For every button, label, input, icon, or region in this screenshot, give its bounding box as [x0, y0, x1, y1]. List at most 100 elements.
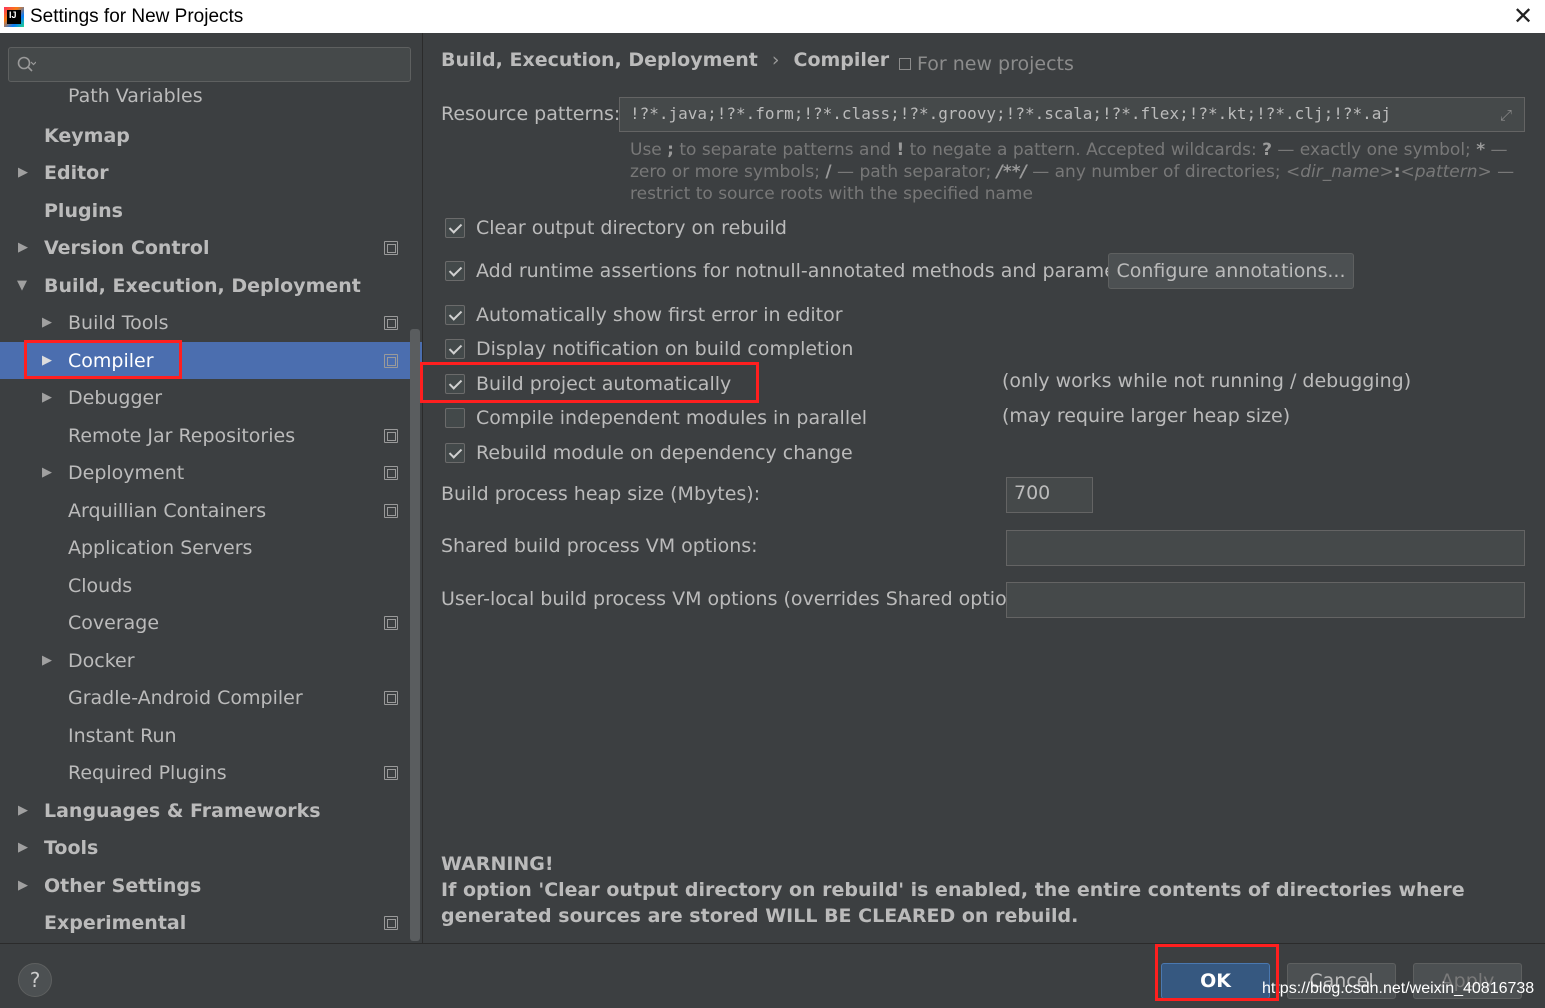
sidebar-item-version-control[interactable]: ▶ Version Control [0, 229, 422, 266]
project-scope-icon [899, 58, 911, 70]
sidebar-item-label: Editor [44, 161, 109, 184]
checkbox-build-automatically[interactable]: Build project automatically [445, 371, 731, 397]
heap-size-label: Build process heap size (Mbytes): [441, 483, 761, 505]
settings-content: Build, Execution, Deployment › Compiler … [422, 33, 1545, 943]
sidebar-scrollbar[interactable] [410, 329, 420, 941]
checkbox-parallel[interactable]: Compile independent modules in parallel [445, 405, 867, 431]
checkbox-box[interactable] [445, 261, 465, 281]
checkbox-box[interactable] [445, 305, 465, 325]
project-scope-icon [384, 428, 398, 443]
sidebar-item-compiler[interactable]: ▶ Compiler [0, 342, 422, 379]
expand-arrow-icon[interactable]: ▶ [42, 465, 56, 480]
checkbox-box[interactable] [445, 374, 465, 394]
breadcrumb-separator: › [771, 49, 780, 71]
local-vm-options-label: User-local build process VM options (ove… [441, 588, 1043, 610]
sidebar-item-label: Deployment [68, 461, 185, 484]
settings-sidebar: Path Variables Keymap ▶ Editor Plugins ▶… [0, 33, 422, 943]
sidebar-item-other-settings[interactable]: ▶ Other Settings [0, 867, 422, 904]
sidebar-item-label: Coverage [68, 611, 160, 634]
build-auto-note: (only works while not running / debuggin… [1002, 370, 1412, 392]
checkbox-runtime-assertions[interactable]: Add runtime assertions for notnull-annot… [445, 258, 1153, 284]
sidebar-item-application-servers[interactable]: Application Servers [0, 529, 422, 566]
heap-size-input[interactable]: 700 [1006, 477, 1093, 513]
sidebar-item-label: Path Variables [68, 85, 203, 107]
checkbox-label: Automatically show first error in editor [476, 304, 843, 326]
checkbox-show-first-error[interactable]: Automatically show first error in editor [445, 302, 843, 328]
project-scope-icon [384, 915, 398, 930]
expand-arrow-icon[interactable]: ▶ [18, 840, 32, 855]
project-scope-icon [384, 765, 398, 780]
checkbox-box[interactable] [445, 443, 465, 463]
expand-icon[interactable]: ⤢ [1500, 106, 1518, 124]
sidebar-item-clouds[interactable]: Clouds [0, 567, 422, 604]
sidebar-item-label: Application Servers [68, 536, 253, 559]
sidebar-item-build-execution-deployment[interactable]: ▼ Build, Execution, Deployment [0, 267, 422, 304]
parallel-note: (may require larger heap size) [1002, 405, 1291, 427]
sidebar-item-debugger[interactable]: ▶ Debugger [0, 379, 422, 416]
shared-vm-options-input[interactable] [1006, 530, 1525, 566]
expand-arrow-icon[interactable]: ▶ [18, 165, 32, 180]
close-icon[interactable]: ✕ [1509, 3, 1537, 31]
expand-arrow-icon[interactable]: ▶ [18, 878, 32, 893]
sidebar-item-label: Languages & Frameworks [44, 799, 321, 822]
sidebar-item-arquillian-containers[interactable]: Arquillian Containers [0, 492, 422, 529]
shared-vm-options-label: Shared build process VM options: [441, 535, 758, 557]
intellij-logo-icon: IJ [4, 6, 24, 27]
scope-indicator: For new projects [899, 53, 1074, 75]
checkbox-label: Rebuild module on dependency change [476, 442, 853, 464]
sidebar-item-build-tools[interactable]: ▶ Build Tools [0, 304, 422, 341]
sidebar-item-label: Docker [68, 649, 135, 672]
sidebar-item-keymap[interactable]: Keymap [0, 117, 422, 154]
breadcrumb-parent[interactable]: Build, Execution, Deployment [441, 49, 758, 71]
checkbox-box[interactable] [445, 339, 465, 359]
expand-arrow-icon[interactable]: ▶ [18, 240, 32, 255]
sidebar-item-label: Build Tools [68, 311, 169, 334]
checkbox-box[interactable] [445, 408, 465, 428]
sidebar-item-tools[interactable]: ▶ Tools [0, 829, 422, 866]
sidebar-item-label: Instant Run [68, 724, 177, 747]
expand-arrow-icon[interactable]: ▶ [42, 353, 56, 368]
sidebar-item-plugins[interactable]: Plugins [0, 192, 422, 229]
checkbox-rebuild-on-change[interactable]: Rebuild module on dependency change [445, 440, 853, 466]
sidebar-item-label: Experimental [44, 911, 187, 934]
expand-arrow-icon[interactable]: ▶ [18, 803, 32, 818]
sidebar-item-label: Version Control [44, 236, 210, 259]
sidebar-item-languages-frameworks[interactable]: ▶ Languages & Frameworks [0, 792, 422, 829]
sidebar-item-label: Keymap [44, 124, 130, 147]
window-title: Settings for New Projects [30, 5, 244, 27]
sidebar-item-coverage[interactable]: Coverage [0, 604, 422, 641]
sidebar-item-label: Remote Jar Repositories [68, 424, 296, 447]
watermark: https://blog.csdn.net/weixin_40816738 [1262, 980, 1535, 997]
expand-arrow-icon[interactable]: ▶ [42, 390, 56, 405]
breadcrumb-current: Compiler [793, 49, 890, 71]
configure-annotations-button[interactable]: Configure annotations... [1108, 253, 1354, 289]
collapse-arrow-icon[interactable]: ▼ [17, 278, 31, 293]
checkbox-clear-output[interactable]: Clear output directory on rebuild [445, 215, 787, 241]
project-scope-icon [384, 353, 398, 368]
sidebar-item-docker[interactable]: ▶ Docker [0, 642, 422, 679]
resource-patterns-input[interactable]: !?*.java;!?*.form;!?*.class;!?*.groovy;!… [619, 97, 1525, 132]
checkbox-label: Compile independent modules in parallel [476, 407, 868, 429]
help-button[interactable]: ? [18, 963, 52, 997]
sidebar-item-remote-jar-repositories[interactable]: Remote Jar Repositories [0, 417, 422, 454]
sidebar-item-instant-run[interactable]: Instant Run [0, 717, 422, 754]
resource-patterns-value: !?*.java;!?*.form;!?*.class;!?*.groovy;!… [630, 104, 1391, 123]
expand-arrow-icon[interactable]: ▶ [42, 315, 56, 330]
sidebar-item-label: Clouds [68, 574, 133, 597]
sidebar-item-required-plugins[interactable]: Required Plugins [0, 754, 422, 791]
search-input[interactable] [8, 47, 411, 82]
sidebar-item-editor[interactable]: ▶ Editor [0, 154, 422, 191]
sidebar-item-label: Arquillian Containers [68, 499, 267, 522]
checkbox-box[interactable] [445, 218, 465, 238]
warning-title: WARNING! [441, 853, 554, 875]
sidebar-item-label: Gradle-Android Compiler [68, 686, 303, 709]
project-scope-icon [384, 615, 398, 630]
sidebar-item-experimental[interactable]: Experimental [0, 904, 422, 941]
sidebar-item-gradle-android-compiler[interactable]: Gradle-Android Compiler [0, 679, 422, 716]
checkbox-notify-completion[interactable]: Display notification on build completion [445, 336, 853, 362]
expand-arrow-icon[interactable]: ▶ [42, 653, 56, 668]
sidebar-item-deployment[interactable]: ▶ Deployment [0, 454, 422, 491]
warning-body: If option 'Clear output directory on reb… [441, 879, 1465, 927]
ok-button[interactable]: OK [1161, 963, 1270, 999]
local-vm-options-input[interactable] [1006, 582, 1525, 618]
